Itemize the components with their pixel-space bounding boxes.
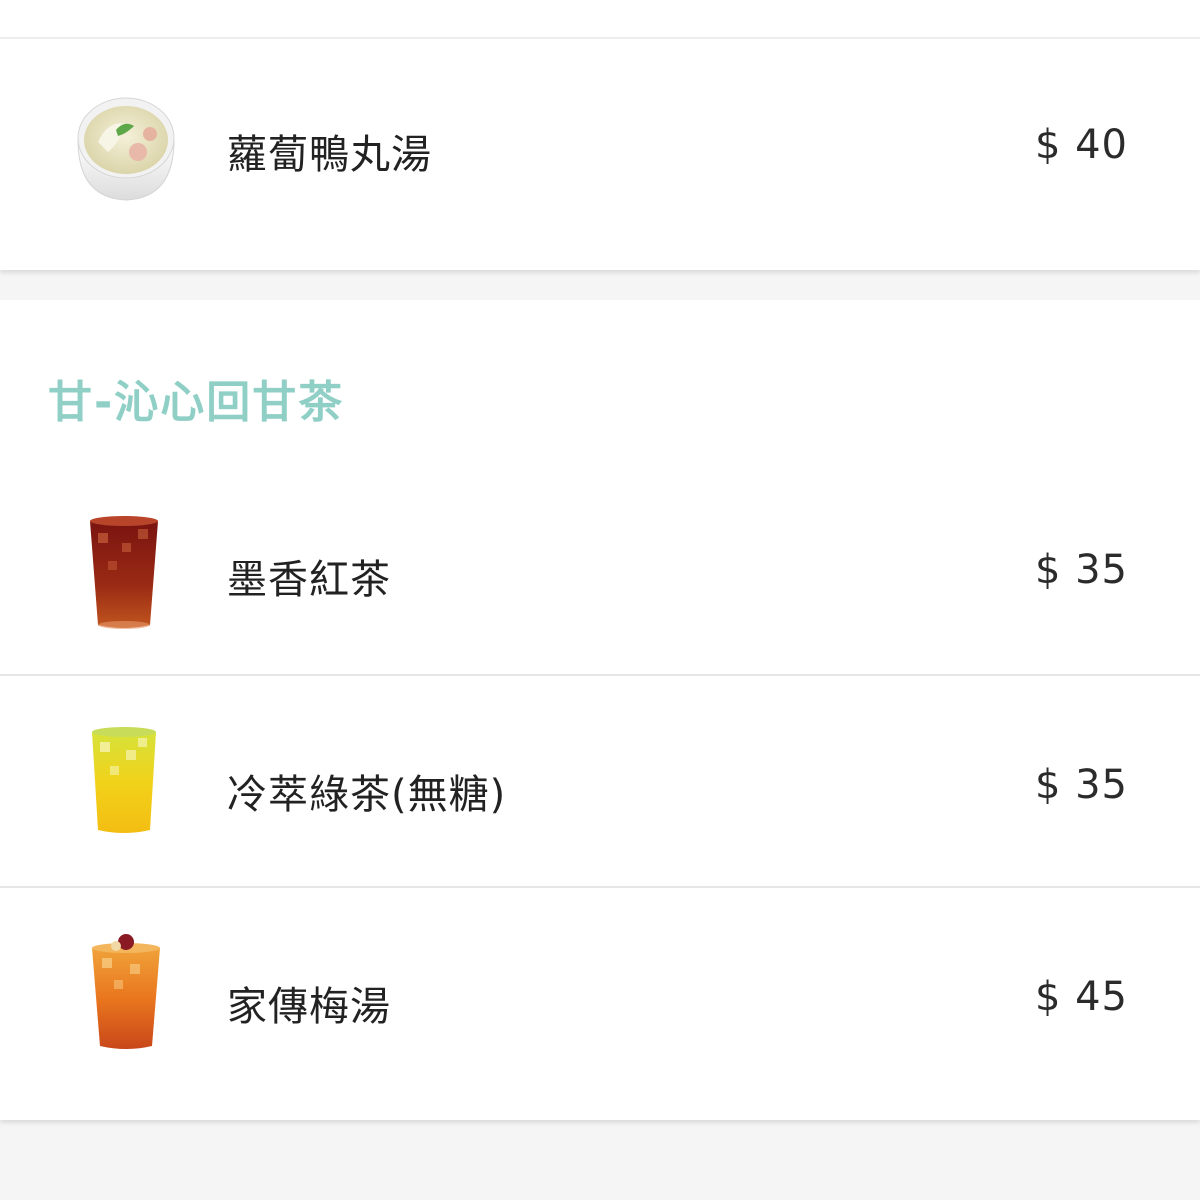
item-price: $ 35	[1034, 762, 1128, 808]
plum-drink-image	[68, 934, 184, 1058]
black-tea-image	[68, 513, 184, 637]
soup-bowl-image	[68, 90, 184, 214]
item-price: $ 40	[1034, 122, 1128, 168]
item-name: 冷萃綠茶(無糖)	[227, 772, 507, 818]
section-title: 甘-沁心回甘茶	[48, 377, 345, 428]
item-price: $ 45	[1034, 974, 1128, 1020]
green-tea-image	[68, 726, 184, 850]
tea-section-card: 甘-沁心回甘茶 墨香紅茶 $ 35 冷萃綠茶(無糖) $ 35 家傳梅湯 $ 4…	[0, 300, 1200, 1120]
item-name: 家傳梅湯	[227, 984, 391, 1030]
menu-item[interactable]: 家傳梅湯 $ 45	[0, 888, 1200, 1120]
menu-item[interactable]: 冷萃綠茶(無糖) $ 35	[0, 676, 1200, 886]
item-price: $ 35	[1034, 547, 1128, 593]
menu-item[interactable]: 墨香紅茶 $ 35	[0, 485, 1200, 675]
item-name: 墨香紅茶	[227, 557, 391, 603]
menu-item[interactable]: 蘿蔔鴨丸湯 $ 40	[0, 40, 1200, 270]
item-name: 蘿蔔鴨丸湯	[227, 132, 432, 178]
previous-section-card: 蘿蔔鴨丸湯 $ 40	[0, 0, 1200, 270]
